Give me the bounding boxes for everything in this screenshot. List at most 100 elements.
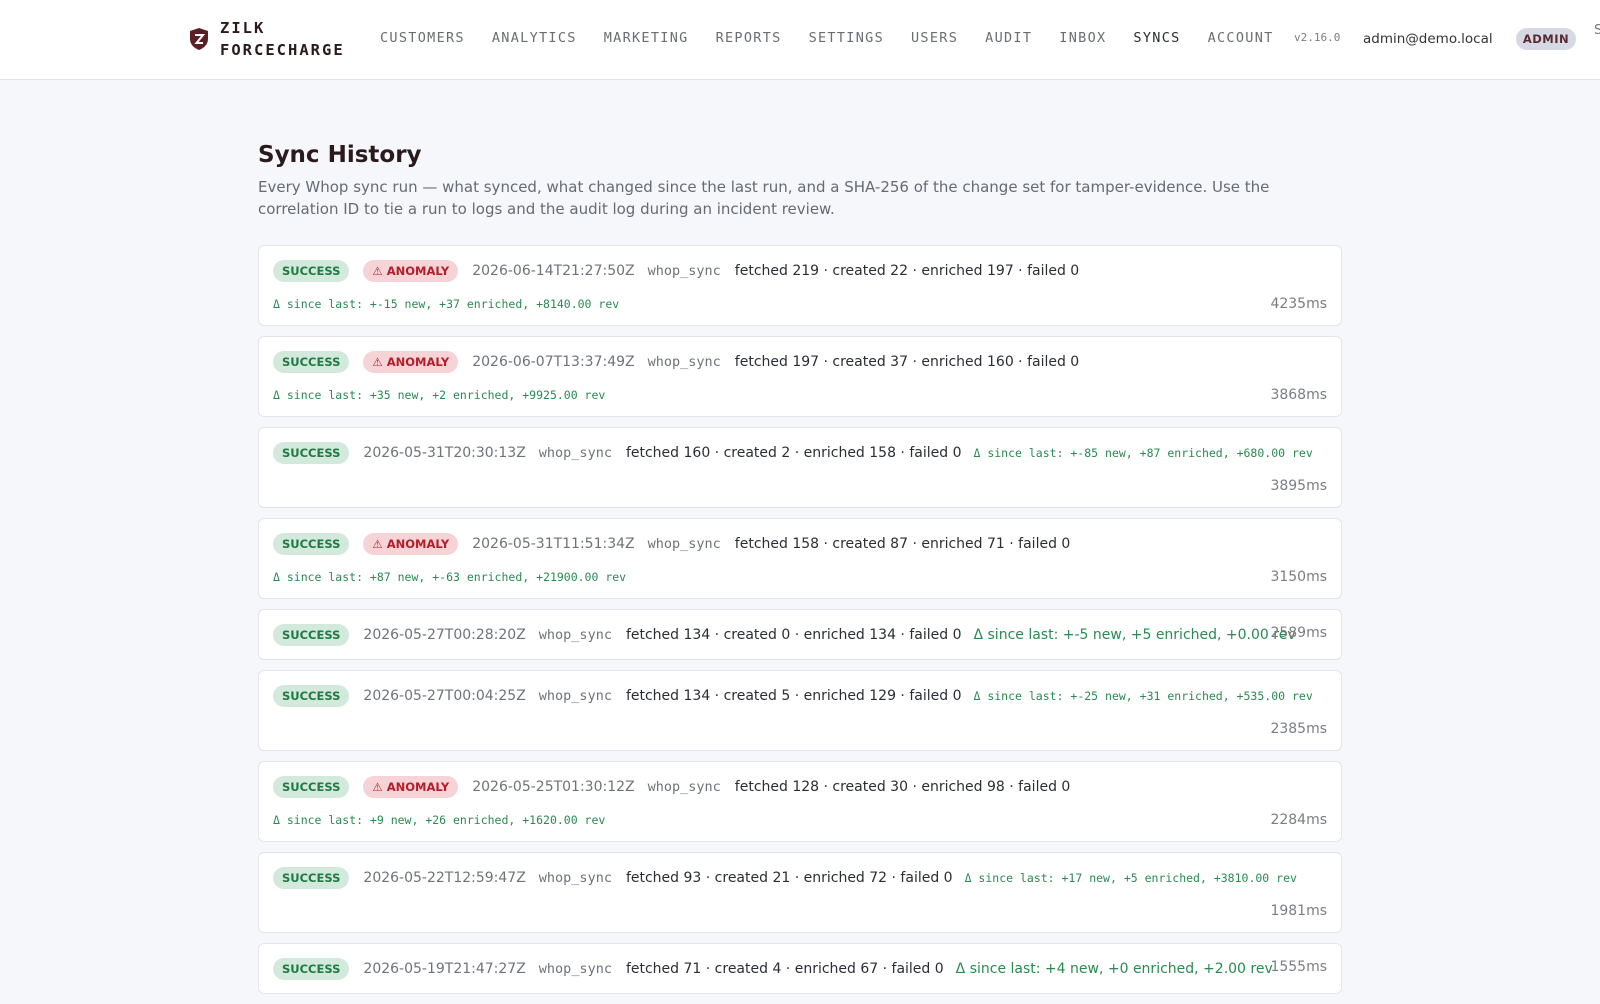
sync-run-summary: SUCCESS ⚠ ANOMALY 2026-06-14T21:27:50Z whop… xyxy=(273,260,1091,282)
run-stats: fetched 219 · created 22 · enriched 197 … xyxy=(734,263,1080,279)
sync-run-row[interactable]: SUCCESS 2026-05-27T00:28:20Z whop_sync fetc… xyxy=(258,609,1342,660)
anomaly-badge: ⚠ ANOMALY xyxy=(363,533,459,555)
nav-item-marketing[interactable]: MARKETING xyxy=(604,30,689,46)
run-delta: Δ since last: +87 new, +-63 enriched, +2… xyxy=(273,570,627,584)
run-delta: Δ since last: +-85 new, +87 enriched, +6… xyxy=(973,446,1313,460)
sync-run-row[interactable]: SUCCESS 2026-05-22T12:59:47Z whop_sync fetc… xyxy=(258,852,1342,933)
sync-run-summary: SUCCESS ⚠ ANOMALY 2026-05-25T01:30:12Z whop… xyxy=(273,776,1082,798)
run-timestamp: 2026-05-19T21:47:27Z xyxy=(363,961,526,977)
run-stats: fetched 93 · created 21 · enriched 72 · … xyxy=(625,870,953,886)
run-timestamp: 2026-05-31T11:51:34Z xyxy=(472,536,635,552)
nav-item-account[interactable]: ACCOUNT xyxy=(1208,30,1274,46)
sync-run-summary: SUCCESS 2026-05-27T00:04:25Z whop_sync fetc… xyxy=(273,685,1313,707)
sync-run-row[interactable]: SUCCESS ⚠ ANOMALY 2026-06-14T21:27:50Z whop… xyxy=(258,245,1342,326)
sync-run-row[interactable]: SUCCESS 2026-05-27T00:04:25Z whop_sync fetc… xyxy=(258,670,1342,751)
run-timestamp: 2026-05-31T20:30:13Z xyxy=(363,445,526,461)
run-duration: 3895ms xyxy=(1270,478,1327,494)
run-timestamp: 2026-06-14T21:27:50Z xyxy=(472,263,635,279)
run-delta: Δ since last: +17 new, +5 enriched, +381… xyxy=(964,871,1297,885)
run-stats: fetched 71 · created 4 · enriched 67 · f… xyxy=(625,961,944,977)
run-stats: fetched 128 · created 30 · enriched 98 ·… xyxy=(734,779,1071,795)
status-badge: SUCCESS xyxy=(273,685,350,707)
sync-run-row[interactable]: SUCCESS 2026-05-19T21:47:27Z whop_sync fetc… xyxy=(258,943,1342,994)
run-duration: 2385ms xyxy=(1270,721,1327,737)
run-source: whop_sync xyxy=(647,263,721,279)
nav-item-syncs[interactable]: SYNCS xyxy=(1133,30,1180,46)
nav-item-customers[interactable]: CUSTOMERS xyxy=(380,30,465,46)
run-source: whop_sync xyxy=(538,688,612,704)
run-delta: Δ since last: +9 new, +26 enriched, +162… xyxy=(273,813,606,827)
shield-logo-icon xyxy=(190,28,208,50)
run-source: whop_sync xyxy=(538,627,612,643)
app-version: v2.16.0 xyxy=(1294,31,1341,44)
anomaly-badge: ⚠ ANOMALY xyxy=(363,776,459,798)
run-source: whop_sync xyxy=(647,779,721,795)
sync-run-summary: SUCCESS 2026-05-22T12:59:47Z whop_sync fetc… xyxy=(273,867,1297,889)
status-badge: SUCCESS xyxy=(273,260,350,282)
run-source: whop_sync xyxy=(538,445,612,461)
run-stats: fetched 134 · created 0 · enriched 134 ·… xyxy=(625,627,962,643)
status-badge: SUCCESS xyxy=(273,776,350,798)
run-source: whop_sync xyxy=(538,870,612,886)
sync-run-summary: SUCCESS ⚠ ANOMALY 2026-05-31T11:51:34Z whop… xyxy=(273,533,1082,555)
status-badge: SUCCESS xyxy=(273,958,350,980)
status-badge: SUCCESS xyxy=(273,624,350,646)
run-duration: 2284ms xyxy=(1270,812,1327,828)
anomaly-badge: ⚠ ANOMALY xyxy=(363,351,459,373)
run-delta: Δ since last: +-25 new, +31 enriched, +5… xyxy=(973,689,1313,703)
main-content: Sync History Every Whop sync run — what … xyxy=(258,142,1342,1004)
run-duration: 3868ms xyxy=(1270,387,1327,403)
run-timestamp: 2026-05-27T00:04:25Z xyxy=(363,688,526,704)
page-description: Every Whop sync run — what synced, what … xyxy=(258,178,1270,218)
sync-run-list: SUCCESS ⚠ ANOMALY 2026-06-14T21:27:50Z whop… xyxy=(258,245,1342,994)
nav-item-audit[interactable]: AUDIT xyxy=(985,30,1032,46)
nav-item-reports[interactable]: REPORTS xyxy=(716,30,782,46)
run-duration: 1555ms xyxy=(1270,959,1327,975)
sync-run-summary: SUCCESS ⚠ ANOMALY 2026-06-07T13:37:49Z whop… xyxy=(273,351,1091,373)
sync-run-row[interactable]: SUCCESS ⚠ ANOMALY 2026-05-25T01:30:12Z whop… xyxy=(258,761,1342,842)
run-timestamp: 2026-06-07T13:37:49Z xyxy=(472,354,635,370)
run-stats: fetched 134 · created 5 · enriched 129 ·… xyxy=(625,688,962,704)
sync-run-summary: SUCCESS 2026-05-27T00:28:20Z whop_sync fetc… xyxy=(273,624,1296,646)
run-delta: Δ since last: +-15 new, +37 enriched, +8… xyxy=(273,297,620,311)
nav-item-analytics[interactable]: ANALYTICS xyxy=(492,30,577,46)
main-nav: CUSTOMERS ANALYTICS MARKETING REPORTS SETTIN… xyxy=(380,30,1301,46)
nav-item-users[interactable]: USERS xyxy=(911,30,958,46)
clipped-nav-text[interactable]: S xyxy=(1594,23,1600,38)
role-badge: ADMIN xyxy=(1516,28,1576,50)
status-badge: SUCCESS xyxy=(273,867,350,889)
run-timestamp: 2026-05-27T00:28:20Z xyxy=(363,627,526,643)
run-timestamp: 2026-05-25T01:30:12Z xyxy=(472,779,635,795)
brand-line-1: ZILK xyxy=(220,19,266,37)
run-duration: 4235ms xyxy=(1270,296,1327,312)
run-stats: fetched 160 · created 2 · enriched 158 ·… xyxy=(625,445,962,461)
brand-line-2: FORCECHARGE xyxy=(220,41,345,59)
brand-name: ZILK FORCECHARGE xyxy=(220,17,345,61)
status-badge: SUCCESS xyxy=(273,351,350,373)
run-delta: Δ since last: +35 new, +2 enriched, +992… xyxy=(273,388,606,402)
status-badge: SUCCESS xyxy=(273,533,350,555)
run-timestamp: 2026-05-22T12:59:47Z xyxy=(363,870,526,886)
sync-run-row[interactable]: SUCCESS ⚠ ANOMALY 2026-05-31T11:51:34Z whop… xyxy=(258,518,1342,599)
user-email[interactable]: admin@demo.local xyxy=(1363,31,1493,47)
run-stats: fetched 197 · created 37 · enriched 160 … xyxy=(734,354,1080,370)
run-duration: 3150ms xyxy=(1270,569,1327,585)
sync-run-summary: SUCCESS 2026-05-31T20:30:13Z whop_sync fetc… xyxy=(273,442,1313,464)
run-source: whop_sync xyxy=(538,961,612,977)
run-source: whop_sync xyxy=(647,536,721,552)
sync-run-row[interactable]: SUCCESS 2026-05-31T20:30:13Z whop_sync fetc… xyxy=(258,427,1342,508)
run-stats: fetched 158 · created 87 · enriched 71 ·… xyxy=(734,536,1071,552)
run-delta: Δ since last: +4 new, +0 enriched, +2.00… xyxy=(955,961,1273,977)
run-duration: 1981ms xyxy=(1270,903,1327,919)
status-badge: SUCCESS xyxy=(273,442,350,464)
nav-item-settings[interactable]: SETTINGS xyxy=(809,30,884,46)
brand[interactable]: ZILK FORCECHARGE xyxy=(188,17,345,61)
top-nav-bar: ZILK FORCECHARGE CUSTOMERS ANALYTICS MARKE… xyxy=(0,0,1600,80)
run-source: whop_sync xyxy=(647,354,721,370)
sync-run-row[interactable]: SUCCESS ⚠ ANOMALY 2026-06-07T13:37:49Z whop… xyxy=(258,336,1342,417)
anomaly-badge: ⚠ ANOMALY xyxy=(363,260,459,282)
nav-item-inbox[interactable]: INBOX xyxy=(1059,30,1106,46)
run-delta: Δ since last: +-5 new, +5 enriched, +0.0… xyxy=(973,627,1296,643)
run-duration: 2589ms xyxy=(1270,625,1327,641)
page-title: Sync History xyxy=(258,142,422,168)
